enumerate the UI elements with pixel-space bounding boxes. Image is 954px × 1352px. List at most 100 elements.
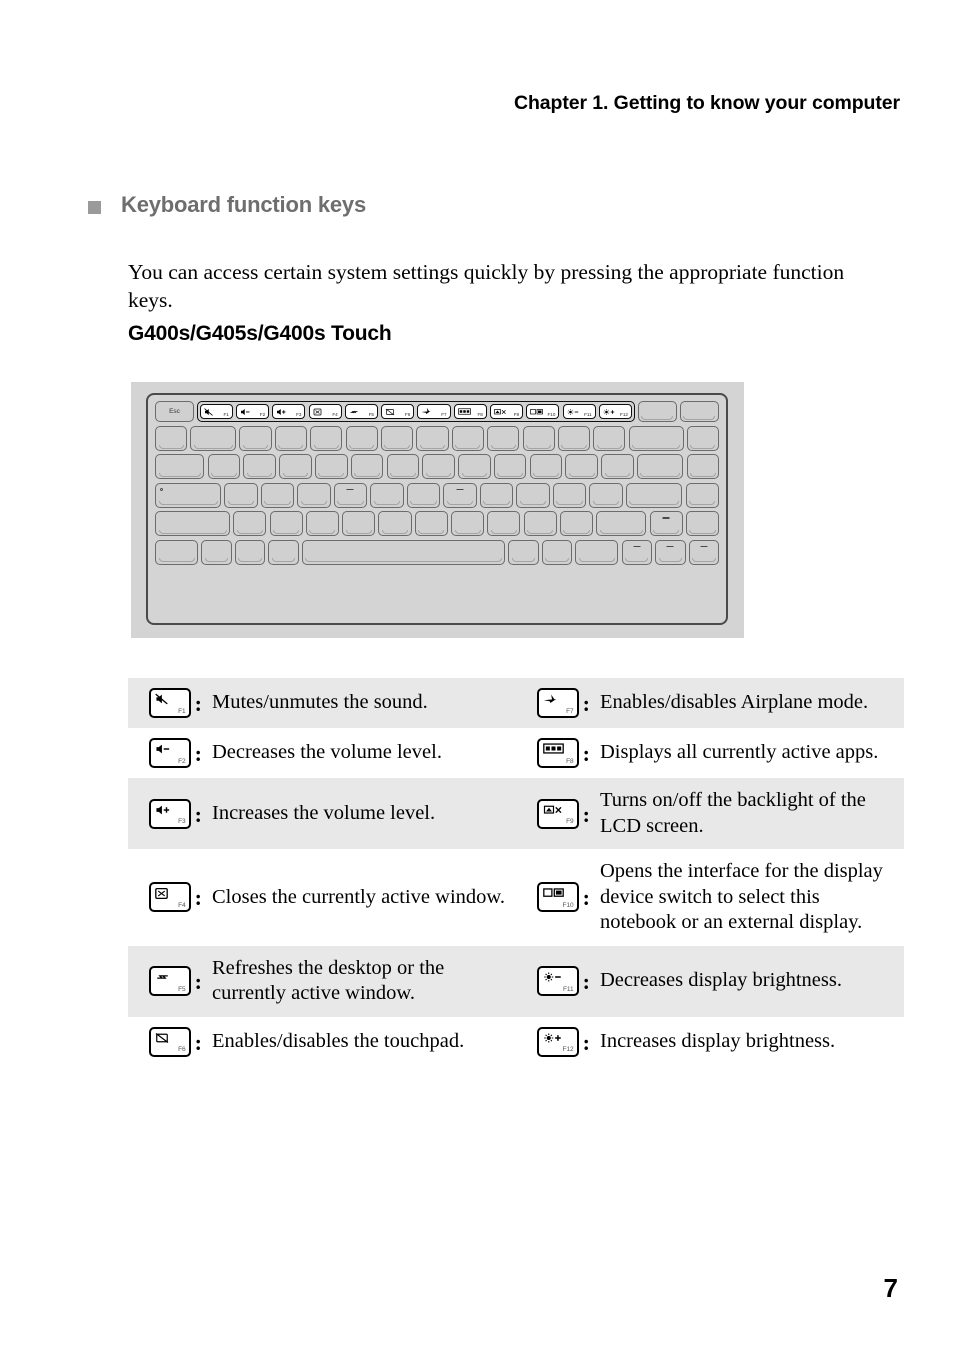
keycap-label: F5 — [178, 985, 186, 993]
keyboard-key-esc: Esc — [155, 401, 194, 422]
keyboard-key-f-home — [333, 482, 368, 508]
keycap-f6: F6 — [148, 1026, 191, 1057]
description-text: Turns on/off the backlight of the LCD sc… — [600, 789, 866, 837]
keycap-label: F9 — [566, 818, 574, 825]
keyboard-key — [406, 482, 441, 508]
description-text: Enables/disables the touchpad. — [212, 1029, 465, 1052]
lcd-backlight-icon — [543, 804, 564, 816]
keyboard-number-row — [155, 426, 719, 451]
keycap-label: F2 — [178, 757, 186, 765]
keyboard-key-space — [301, 539, 506, 565]
keyboard-key — [274, 426, 307, 451]
keyboard-key-filler-2 — [679, 401, 719, 422]
keyboard-key — [636, 454, 684, 480]
table-cell-description: Enables/disables Airplane mode. — [594, 678, 904, 728]
airplane-mode-icon — [543, 693, 557, 706]
keyboard-letter-row-bottom — [155, 511, 720, 537]
keycap-label: F11 — [562, 985, 574, 993]
keycap-f3: F3 — [148, 798, 191, 829]
keyboard-key — [155, 426, 188, 451]
keyboard-key-alt-right — [508, 539, 539, 565]
document-page: Chapter 1. Getting to know your computer… — [0, 0, 954, 1352]
keyboard-key-enter — [625, 482, 683, 508]
keyboard-key-arrow-down — [655, 539, 686, 565]
keyboard-key — [565, 454, 598, 480]
keyboard-key — [305, 511, 339, 537]
keyboard-key — [314, 454, 348, 480]
function-key-group: F1 F2 F3 F4 F5 F6 F7 F8 F9 F10 F11 F12 — [197, 401, 635, 422]
keyboard-key-arrow-right — [688, 539, 720, 565]
keyboard-key — [386, 454, 420, 480]
keycap-f1: F1 — [148, 688, 191, 718]
refresh-icon — [155, 971, 170, 983]
description-text: Opens the interface for the display devi… — [600, 860, 883, 933]
keyboard-key — [350, 454, 384, 480]
square-bullet-icon — [88, 200, 101, 214]
display-switch-icon — [542, 887, 564, 899]
keyboard-key — [422, 454, 455, 480]
chapter-header: Chapter 1. Getting to know your computer — [513, 92, 900, 114]
keyboard-key-f8: F8 — [453, 403, 487, 420]
volume-up-icon — [276, 408, 287, 416]
keyboard-key — [685, 482, 719, 508]
keyboard-key — [522, 426, 555, 451]
table-cell-key: F10 : — [516, 849, 594, 946]
refresh-icon — [349, 408, 359, 416]
active-apps-icon — [457, 408, 471, 415]
esc-key-label: Esc — [169, 408, 180, 415]
keyboard-key-f1: F1 — [199, 403, 233, 420]
keyboard-key-filler-1 — [637, 401, 677, 422]
keyboard-key-f5: F5 — [344, 403, 378, 420]
keyboard-key-f7: F7 — [417, 403, 451, 420]
keyboard-key-capslock — [155, 482, 222, 508]
f5-key-label: F5 — [368, 411, 374, 417]
keyboard-key-f3: F3 — [272, 403, 306, 420]
keycap-label: F12 — [562, 1046, 574, 1053]
volume-up-icon — [155, 804, 171, 816]
keycap-f10: F10 — [536, 882, 579, 913]
table-cell-description: Decreases display brightness. — [594, 946, 904, 1017]
keyboard-key-arrow-up — [649, 511, 683, 537]
mute-icon — [154, 693, 168, 705]
keycap-f12: F12 — [536, 1026, 579, 1057]
table-cell-key: F9 : — [516, 778, 594, 849]
keyboard-letter-row-home — [155, 482, 719, 508]
keycap-f7: F7 — [536, 688, 579, 718]
keyboard-key — [451, 426, 484, 451]
f8-key-label: F8 — [477, 411, 483, 417]
table-cell-description: Enables/disables the touchpad. — [206, 1017, 516, 1067]
table-cell-description: Mutes/unmutes the sound. — [206, 678, 516, 728]
separator-colon: : — [582, 885, 590, 911]
keyboard-function-row: Esc F1 F2 F3 F4 F5 F6 F7 F8 F9 F10 F11 F… — [155, 401, 719, 422]
keycap-label: F6 — [178, 1046, 186, 1053]
table-cell-description: Increases display brightness. — [594, 1017, 904, 1067]
separator-colon: : — [194, 691, 202, 716]
keyboard-key — [686, 454, 720, 480]
brightness-down-icon — [543, 971, 562, 983]
keyboard-key — [414, 511, 448, 537]
table-cell-key: F3 : — [128, 778, 206, 849]
keyboard-key — [593, 426, 626, 451]
table-cell-description: Decreases the volume level. — [206, 728, 516, 778]
keycap-f4: F4 — [148, 882, 191, 913]
keyboard-key-shift-left — [155, 511, 231, 537]
keyboard-key — [233, 511, 267, 537]
mute-icon — [204, 407, 213, 416]
keyboard-key-backspace — [628, 426, 684, 451]
separator-colon: : — [194, 969, 202, 994]
keyboard-key — [269, 511, 303, 537]
description-text: Increases display brightness. — [600, 1029, 836, 1052]
keyboard-key — [458, 454, 491, 480]
keycap-f2: F2 — [148, 738, 191, 768]
keyboard-key — [342, 511, 376, 537]
section-title: Keyboard function keys — [121, 192, 366, 217]
description-text: Increases the volume level. — [212, 801, 436, 824]
f1-key-label: F1 — [223, 411, 229, 417]
keyboard-key — [557, 426, 591, 451]
close-window-icon — [154, 887, 168, 900]
keyboard-key — [685, 511, 720, 537]
volume-down-icon — [155, 743, 171, 755]
keyboard-letter-row-top — [155, 454, 720, 480]
f9-key-label: F9 — [513, 411, 520, 417]
f3-key-label: F3 — [296, 411, 302, 417]
